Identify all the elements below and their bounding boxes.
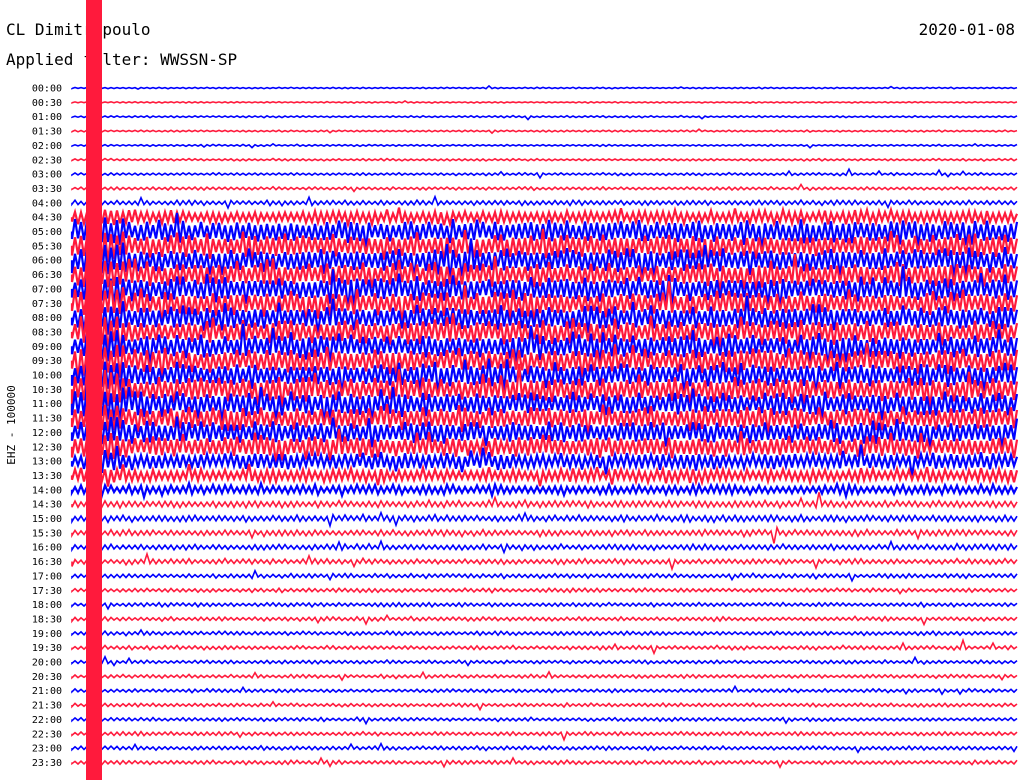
trace-row-1400 bbox=[70, 479, 1018, 502]
hour-label: 05:30 bbox=[32, 241, 62, 252]
hour-label: 15:30 bbox=[32, 528, 62, 539]
hour-label: 14:30 bbox=[32, 500, 62, 511]
hour-label: 22:30 bbox=[32, 729, 62, 740]
trace-row-0000 bbox=[71, 84, 1018, 91]
hour-label: 13:00 bbox=[32, 457, 62, 468]
hour-label: 11:00 bbox=[32, 399, 62, 410]
hour-label: 09:00 bbox=[32, 342, 62, 353]
hour-label: 21:00 bbox=[32, 686, 62, 697]
hour-label: 02:00 bbox=[32, 141, 62, 152]
hour-label: 04:30 bbox=[32, 213, 62, 224]
hour-label: 04:00 bbox=[32, 198, 62, 209]
trace-row-0400 bbox=[71, 194, 1018, 210]
trace-row-0430 bbox=[70, 205, 1019, 229]
trace-row-1530 bbox=[71, 524, 1018, 544]
trace-row-1630 bbox=[71, 551, 1018, 572]
hour-label: 11:30 bbox=[32, 414, 62, 425]
trace-row-2030 bbox=[71, 670, 1018, 682]
hour-label: 08:00 bbox=[32, 313, 62, 324]
hour-labels: 00:00 00:30 01:00 01:30 02:00 02:30 03:00 03:30… bbox=[32, 84, 62, 769]
trace-row-1500 bbox=[71, 510, 1018, 529]
hour-label: 17:00 bbox=[32, 571, 62, 582]
hour-label: 08:30 bbox=[32, 327, 62, 338]
hour-label: 09:30 bbox=[32, 356, 62, 367]
hour-label: 06:30 bbox=[32, 270, 62, 281]
trace-group bbox=[70, 0, 1019, 780]
hour-label: 00:00 bbox=[32, 84, 62, 95]
trace-row-1930 bbox=[71, 637, 1018, 656]
trace-row-1900 bbox=[71, 628, 1018, 637]
hour-label: 23:00 bbox=[32, 744, 62, 755]
hour-label: 18:30 bbox=[32, 614, 62, 625]
trace-row-2300 bbox=[71, 741, 1018, 754]
hour-label: 05:00 bbox=[32, 227, 62, 238]
hour-label: 18:00 bbox=[32, 600, 62, 611]
hour-label: 12:00 bbox=[32, 428, 62, 439]
hour-label: 01:30 bbox=[32, 127, 62, 138]
trace-row-2230 bbox=[71, 730, 1018, 743]
trace-row-2130 bbox=[71, 700, 1018, 712]
trace-row-1830 bbox=[71, 613, 1018, 627]
hour-label: 03:30 bbox=[32, 184, 62, 195]
trace-row-0200 bbox=[71, 142, 1018, 149]
hour-label: 13:30 bbox=[32, 471, 62, 482]
hour-label: 10:30 bbox=[32, 385, 62, 396]
trace-row-2100 bbox=[71, 684, 1018, 696]
trace-row-2330 bbox=[71, 756, 1018, 770]
trace-row-0100 bbox=[71, 114, 1018, 121]
hour-label: 20:00 bbox=[32, 658, 62, 669]
hour-label: 00:30 bbox=[32, 98, 62, 109]
hour-label: 19:00 bbox=[32, 629, 62, 640]
hour-label: 22:00 bbox=[32, 715, 62, 726]
hour-label: 10:00 bbox=[32, 371, 62, 382]
trace-row-0130 bbox=[71, 128, 1018, 135]
trace-row-1800 bbox=[71, 599, 1018, 611]
trace-row-0030 bbox=[71, 99, 1018, 104]
saturated-event-band bbox=[86, 0, 102, 780]
hour-label: 17:30 bbox=[32, 586, 62, 597]
hour-label: 02:30 bbox=[32, 155, 62, 166]
hour-label: 07:30 bbox=[32, 299, 62, 310]
trace-row-1600 bbox=[71, 538, 1018, 555]
hour-label: 03:00 bbox=[32, 170, 62, 181]
hour-label: 21:30 bbox=[32, 701, 62, 712]
hour-label: 20:30 bbox=[32, 672, 62, 683]
hour-label: 16:30 bbox=[32, 557, 62, 568]
trace-row-0230 bbox=[71, 157, 1018, 162]
hour-label: 06:00 bbox=[32, 256, 62, 267]
hour-label: 23:30 bbox=[32, 758, 62, 769]
hour-label: 16:00 bbox=[32, 543, 62, 554]
hour-label: 14:00 bbox=[32, 485, 62, 496]
trace-row-1700 bbox=[71, 568, 1018, 583]
hour-label: 01:00 bbox=[32, 112, 62, 123]
trace-row-1430 bbox=[71, 492, 1018, 511]
hour-label: 12:30 bbox=[32, 442, 62, 453]
helicorder-plot: 00:00 00:30 01:00 01:30 02:00 02:30 03:00 03:30… bbox=[32, 0, 1019, 780]
hour-label: 15:00 bbox=[32, 514, 62, 525]
hour-label: 19:30 bbox=[32, 643, 62, 654]
trace-row-1730 bbox=[71, 586, 1018, 596]
hour-label: 07:00 bbox=[32, 284, 62, 295]
trace-row-0300 bbox=[71, 167, 1018, 180]
trace-row-2000 bbox=[71, 654, 1018, 667]
trace-row-0330 bbox=[71, 182, 1018, 193]
trace-row-1330 bbox=[70, 463, 1019, 487]
trace-row-2200 bbox=[71, 715, 1018, 726]
